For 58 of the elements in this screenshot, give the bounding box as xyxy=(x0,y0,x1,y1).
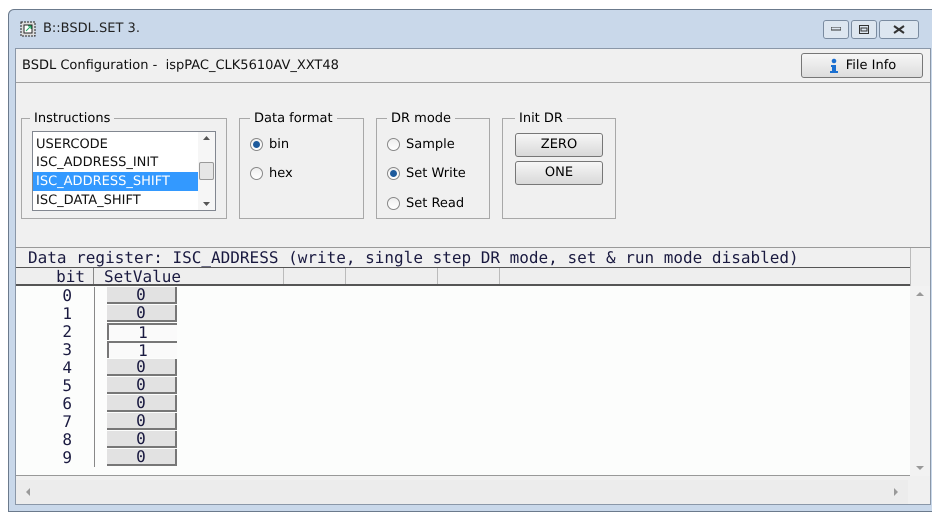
radio-button[interactable] xyxy=(250,138,263,151)
table-cell-text: 5 xyxy=(61,377,73,395)
close-button[interactable] xyxy=(879,20,919,38)
value-toggle[interactable]: 1 xyxy=(107,341,177,358)
list-item[interactable]: USERCODE xyxy=(33,134,198,154)
scroll-right-icon[interactable] xyxy=(894,488,898,496)
list-item[interactable]: ISC_DATA_SHIFT xyxy=(33,190,198,210)
group-title: Instructions xyxy=(33,110,112,128)
radio-button[interactable] xyxy=(387,138,400,151)
table-cell-text: 9 xyxy=(61,449,73,467)
minimize-icon xyxy=(831,27,841,31)
radio-label: bin xyxy=(269,136,290,154)
column-header: bit xyxy=(16,268,94,284)
init-button[interactable]: ZERO xyxy=(515,132,603,156)
value-toggle[interactable]: 0 xyxy=(107,305,177,322)
scrollbar-thumb[interactable] xyxy=(199,162,214,180)
table-cell-text: 4 xyxy=(61,359,73,377)
maximize-button[interactable] xyxy=(851,20,877,38)
close-icon xyxy=(893,24,905,34)
value-toggle[interactable]: 0 xyxy=(107,377,177,394)
table-cell-text: 1 xyxy=(61,305,73,323)
value-toggle[interactable]: 0 xyxy=(107,287,177,304)
group-title: Data format xyxy=(253,110,334,128)
table-cell-text: 7 xyxy=(61,413,73,431)
value-toggle[interactable]: 0 xyxy=(107,413,177,430)
horizontal-scrollbar[interactable] xyxy=(16,480,908,504)
scroll-up-icon[interactable] xyxy=(203,136,210,140)
radio-label: hex xyxy=(269,165,293,183)
column-header: SetValue xyxy=(94,268,284,284)
table-cell-text: 0 xyxy=(61,287,73,305)
scroll-left-icon[interactable] xyxy=(26,488,30,496)
info-icon xyxy=(828,58,840,74)
radio-label: Set Read xyxy=(406,194,464,212)
radio-button[interactable] xyxy=(387,167,400,180)
value-toggle[interactable]: 0 xyxy=(107,359,177,376)
scroll-down-icon[interactable] xyxy=(203,202,210,206)
file-info-button[interactable]: File Info xyxy=(801,53,923,78)
init-button[interactable]: ONE xyxy=(515,160,603,184)
table-cell-text: 6 xyxy=(61,395,73,413)
window-title: B::BSDL.SET 3. xyxy=(43,20,140,38)
radio-button[interactable] xyxy=(250,167,263,180)
radio-label: Sample xyxy=(406,136,455,154)
value-toggle[interactable]: 0 xyxy=(107,431,177,448)
table-cell-text: 3 xyxy=(61,341,73,359)
value-toggle[interactable]: 0 xyxy=(107,395,177,412)
group-title: DR mode xyxy=(390,110,452,128)
minimize-button[interactable] xyxy=(823,20,849,38)
value-toggle[interactable]: 1 xyxy=(107,323,177,340)
table-cell-text: 2 xyxy=(61,323,73,341)
radio-label: Set Write xyxy=(406,165,466,183)
radio-button[interactable] xyxy=(387,196,400,210)
list-item[interactable]: ISC_ADDRESS_INIT xyxy=(33,153,198,172)
group-title: Init DR xyxy=(518,110,564,128)
maximize-icon xyxy=(859,24,869,34)
value-toggle[interactable]: 0 xyxy=(107,449,177,466)
configuration-label: BSDL Configuration - ispPAC_CLK5610AV_XXT48 xyxy=(22,56,339,75)
table-cell-text: 8 xyxy=(61,431,73,449)
scrollbar[interactable] xyxy=(198,132,215,210)
